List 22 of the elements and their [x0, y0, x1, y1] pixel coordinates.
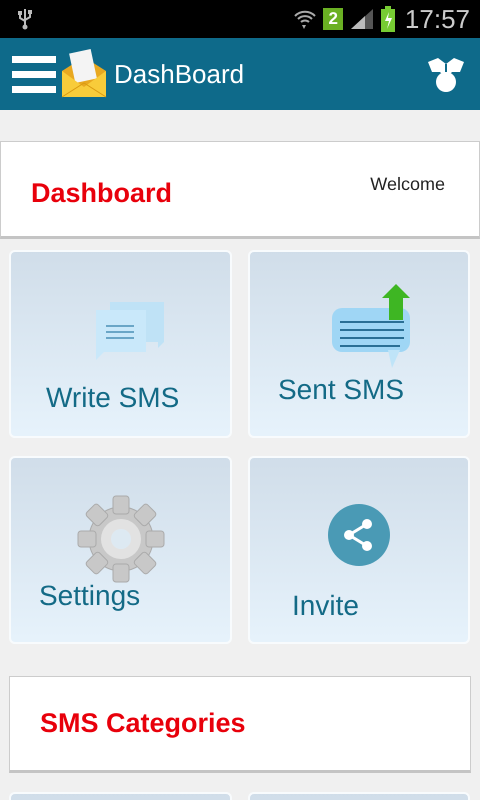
gear-icon [76, 494, 166, 584]
signal-icon [348, 8, 375, 30]
tile-label: Sent SMS [278, 374, 404, 406]
welcome-text: Welcome [370, 174, 445, 195]
tile-label: Settings [39, 580, 140, 612]
menu-icon[interactable] [12, 56, 56, 94]
usb-icon [18, 8, 32, 30]
menu-tile[interactable]: Sent SMS [248, 250, 470, 438]
tile-label: Write SMS [46, 382, 180, 414]
menu-tile[interactable]: Invite [248, 456, 470, 644]
clock-time: 17:57 [404, 4, 470, 34]
app-title: DashBoard [114, 58, 244, 90]
menu-tile[interactable]: Settings [9, 456, 232, 644]
sim-badge: 2 [323, 8, 343, 30]
tile-label: Invite [292, 590, 359, 622]
section-title: SMS Categories [40, 708, 246, 739]
share-icon [327, 504, 391, 566]
battery-icon [380, 6, 395, 32]
menu-tile[interactable]: Write SMS [9, 250, 232, 438]
chat-bubbles-icon [96, 300, 166, 360]
section-title: Dashboard [31, 178, 172, 209]
envelope-letter-icon [60, 49, 108, 99]
